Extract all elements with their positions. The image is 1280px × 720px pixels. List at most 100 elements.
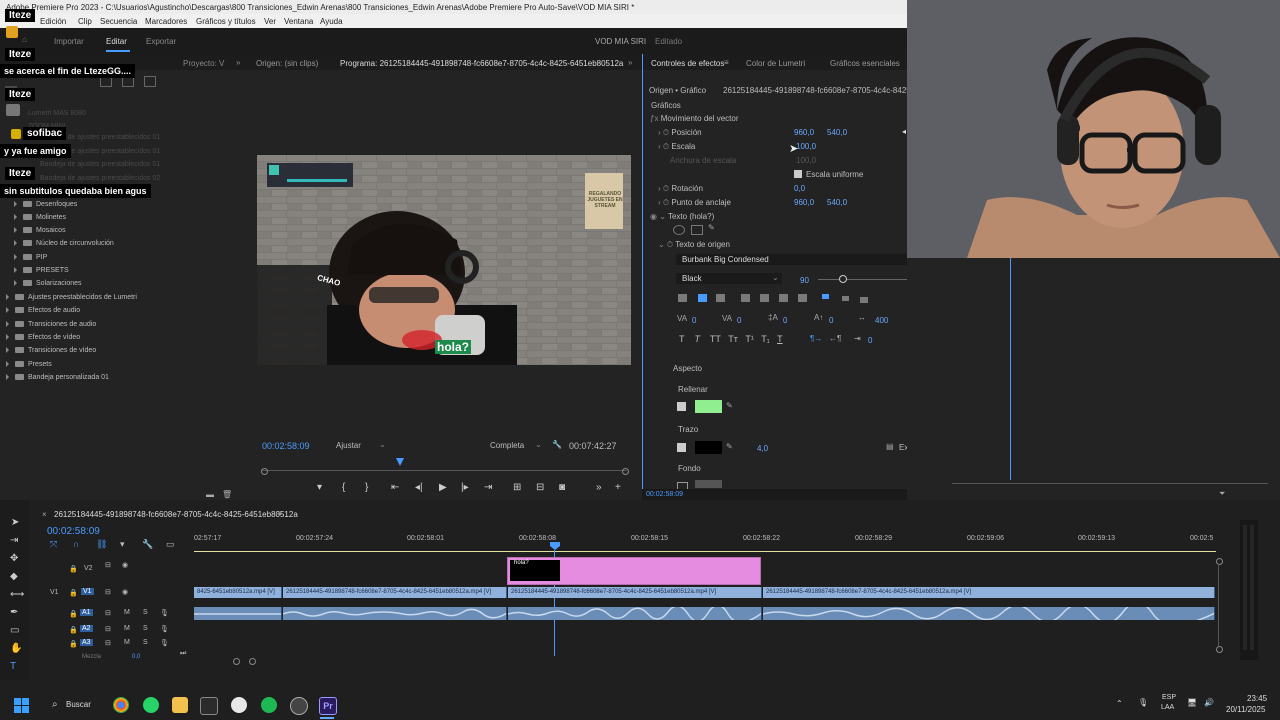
source-text-row[interactable]: ⌄ ⏱ Texto de origen — [658, 240, 730, 250]
tsume-value[interactable]: 400 — [875, 316, 888, 325]
type-tool-icon[interactable]: T — [10, 661, 16, 672]
subscript-icon[interactable]: T₁ — [761, 334, 770, 344]
trash-icon[interactable]: 🗑 — [222, 490, 232, 499]
ripple-edit-icon[interactable]: ✥ — [10, 553, 18, 564]
track-label-v1[interactable]: V1 — [81, 588, 94, 595]
uniform-scale-checkbox[interactable] — [794, 170, 802, 178]
tab-effect-controls[interactable]: Controles de efectos — [651, 59, 724, 68]
settings-icon[interactable]: 🔧 — [142, 539, 153, 550]
clip-label[interactable]: 26125184445-491898748-fc6608e7-8705-4c4c… — [723, 86, 908, 95]
font-size-value[interactable]: 90 — [800, 276, 809, 285]
mix-value[interactable]: 0,0 — [132, 654, 140, 660]
align-top-icon[interactable] — [822, 294, 829, 299]
go-to-out-icon[interactable]: ⇥ — [484, 482, 492, 493]
tracking-value[interactable]: 0 — [692, 316, 696, 325]
program-timecode[interactable]: 00:02:58:09 — [262, 441, 310, 451]
keyframe-nav-icon[interactable]: ◂ — [902, 127, 906, 136]
solo-button[interactable]: S — [143, 625, 148, 632]
time-ruler[interactable]: 02:57:17 00:02:57:24 00:02:58:01 00:02:5… — [194, 532, 1216, 552]
new-bin-icon[interactable]: ▬ — [206, 490, 214, 499]
snap-icon[interactable]: ∩ — [73, 539, 79, 549]
tree-item-presets[interactable]: Presets — [6, 361, 52, 368]
volume-icon[interactable]: 🔊 — [1204, 698, 1214, 707]
more-icon[interactable]: » — [596, 482, 602, 493]
tab-essential-graphics[interactable]: Gráficos esenciales — [830, 59, 900, 68]
clock-date[interactable]: 20/11/2025 — [1226, 705, 1265, 714]
text-layer-row[interactable]: ◉ ⌄ Texto (hola?) — [650, 212, 714, 221]
background-checkbox[interactable] — [677, 482, 688, 489]
language-bottom[interactable]: LAA — [1161, 704, 1174, 711]
wrench-icon[interactable]: 🔧 — [552, 440, 562, 449]
step-back-icon[interactable]: ◂| — [415, 482, 423, 493]
font-dropdown[interactable]: Burbank Big Condensed — [676, 254, 940, 265]
mark-in-icon[interactable]: { — [342, 482, 345, 493]
add-marker-icon[interactable]: ▾ — [317, 482, 322, 493]
windows-start-icon[interactable] — [14, 698, 29, 713]
justify-right-icon[interactable] — [779, 294, 788, 302]
add-marker-icon[interactable]: ▾ — [120, 539, 125, 550]
track-select-icon[interactable]: ⇥ — [10, 535, 18, 546]
mic-icon[interactable]: 🎙 — [160, 625, 169, 633]
video-clip[interactable]: 8425-6451eb80512a.mp4 [V] — [194, 587, 282, 598]
position-row[interactable]: › ⏱ Posición — [658, 128, 702, 138]
scale-value[interactable]: 100,0 — [796, 142, 816, 151]
lock-icon[interactable]: 🔒 — [69, 626, 78, 634]
menu-icon[interactable]: ≡ — [724, 58, 729, 67]
video-frame[interactable]: CHAO REGALANDO JUGUETES EN STREAM hola? — [257, 155, 631, 365]
filter-icon[interactable]: ⏷ — [1219, 489, 1225, 499]
fill-checkbox[interactable] — [677, 402, 686, 411]
eye-icon[interactable]: ◉ — [122, 588, 128, 596]
align-center-icon[interactable] — [698, 294, 707, 302]
file-explorer-icon[interactable] — [172, 697, 188, 713]
stroke-width-value[interactable]: 4,0 — [757, 444, 768, 453]
solo-button[interactable]: S — [143, 639, 148, 646]
more-panels-icon[interactable]: » — [236, 58, 240, 67]
faded-item-6[interactable]: Bandeja de ajustes preestablecidos 02 — [40, 175, 160, 182]
graphic-clip[interactable]: hola? — [507, 557, 761, 585]
tree-item-mosaicos[interactable]: Mosaicos — [14, 227, 66, 234]
rotation-value[interactable]: 0,0 — [794, 184, 805, 193]
track-label-a2[interactable]: A2 — [80, 625, 93, 632]
mute-button[interactable]: M — [124, 639, 130, 646]
font-size-slider-thumb[interactable] — [839, 275, 847, 283]
rectangle-tool-icon[interactable]: ▭ — [10, 625, 19, 636]
extract-icon[interactable]: ⊟ — [536, 482, 544, 493]
tree-item-lumetri[interactable]: Ajustes preestablecidos de Lumetri — [6, 294, 137, 301]
audio-clip[interactable] — [283, 607, 507, 620]
audio-clip[interactable] — [508, 607, 762, 620]
tree-item-solarizaciones[interactable]: Solarizaciones — [14, 280, 82, 287]
menu-clip[interactable]: Clip — [78, 17, 92, 26]
vertical-scrollbar[interactable] — [1216, 558, 1223, 653]
spotify-icon[interactable] — [261, 697, 277, 713]
button-editor-icon[interactable]: + — [615, 482, 621, 493]
ltr-icon[interactable]: ¶→ — [810, 334, 822, 343]
position-x[interactable]: 960,0 — [794, 128, 814, 137]
pen-tool-icon[interactable]: ✒ — [10, 607, 18, 618]
video-clip[interactable]: 26125184445-491898748-fc6608e7-8705-4c4c… — [508, 587, 762, 598]
tab-editar[interactable]: Editar — [106, 37, 127, 46]
audio-clip[interactable] — [763, 607, 1215, 620]
anchor-y[interactable]: 540,0 — [827, 198, 847, 207]
menu-graficos[interactable]: Gráficos y títulos — [196, 17, 256, 26]
video-clip[interactable]: 26125184445-491898748-fc6608e7-8705-4c4c… — [283, 587, 507, 598]
yuv-icon[interactable] — [144, 76, 157, 87]
superscript-icon[interactable]: T¹ — [745, 334, 754, 344]
clock-time[interactable]: 23:45 — [1247, 694, 1267, 703]
tree-item-nucleo[interactable]: Núcleo de circunvolución — [14, 240, 114, 247]
ellipse-mask-icon[interactable] — [673, 225, 685, 235]
faux-bold-icon[interactable]: T — [679, 334, 685, 344]
lock-icon[interactable]: 🔒 — [69, 589, 78, 597]
indent-icon[interactable]: ⇥ — [854, 334, 861, 343]
close-icon[interactable]: × — [42, 510, 47, 519]
faded-item-1[interactable]: Lumetri MAS 8080 — [28, 110, 86, 117]
menu-icon[interactable]: ≡ — [277, 509, 282, 518]
position-y[interactable]: 540,0 — [827, 128, 847, 137]
menu-marcadores[interactable]: Marcadores — [145, 17, 187, 26]
align-middle-icon[interactable] — [842, 296, 849, 301]
track-label-v2[interactable]: V2 — [84, 565, 93, 572]
tree-item-pip[interactable]: PIP — [14, 254, 47, 261]
horizontal-scrollbar[interactable] — [233, 658, 256, 665]
rect-mask-icon[interactable] — [691, 225, 703, 235]
tab-project[interactable]: Proyecto: V — [183, 59, 224, 68]
rtl-icon[interactable]: ←¶ — [829, 334, 841, 343]
